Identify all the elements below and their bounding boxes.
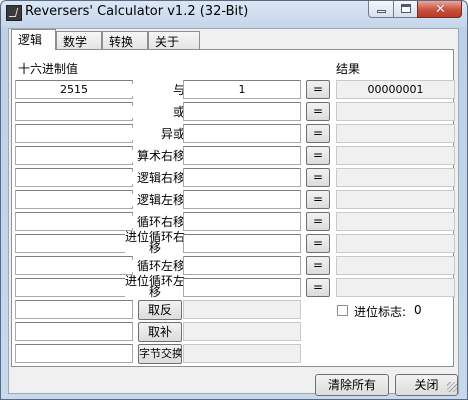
not-result	[183, 300, 301, 319]
xor-equals-button[interactable]: =	[306, 124, 330, 143]
not-input[interactable]	[15, 300, 133, 319]
shl-result	[336, 190, 455, 209]
and-result: 00000001	[336, 80, 455, 99]
shl-operator-label: 逻辑左移	[125, 194, 185, 206]
rol-equals-button[interactable]: =	[306, 256, 330, 275]
bswap-button[interactable]: 字节交换	[138, 344, 182, 364]
rol-result	[336, 256, 455, 275]
carry-flag-checkbox[interactable]	[337, 305, 348, 316]
sar-operand-a[interactable]	[15, 146, 133, 165]
rol-operand-a[interactable]	[15, 256, 133, 275]
neg-button[interactable]: 取补	[138, 322, 182, 342]
ror-equals-button[interactable]: =	[306, 212, 330, 231]
rcl-operand-a[interactable]	[15, 278, 133, 297]
neg-result	[183, 322, 301, 341]
app-icon	[6, 5, 22, 21]
shr-operand-b[interactable]	[183, 168, 301, 187]
tab-convert[interactable]: 转换	[102, 31, 148, 49]
close-window-button[interactable]: ✕	[417, 1, 462, 18]
rcl-equals-button[interactable]: =	[306, 278, 330, 297]
and-equals-button[interactable]: =	[306, 80, 330, 99]
sar-operator-label: 算术右移	[125, 150, 185, 162]
ror-operator-label: 循环右移	[125, 216, 185, 228]
ror-operand-b[interactable]	[183, 212, 301, 231]
xor-result	[336, 124, 455, 143]
xor-operator-label: 异或	[125, 128, 185, 140]
sar-result	[336, 146, 455, 165]
clear-all-button[interactable]: 清除所有	[315, 374, 389, 396]
ror-result	[336, 212, 455, 231]
shr-operator-label: 逻辑右移	[125, 172, 185, 184]
rcr-operand-a[interactable]	[15, 234, 133, 253]
maximize-icon	[401, 4, 411, 13]
tab-logic[interactable]: 逻辑	[11, 29, 56, 50]
close-icon: ✕	[435, 2, 446, 17]
or-operand-b[interactable]	[183, 102, 301, 121]
rol-operand-b[interactable]	[183, 256, 301, 275]
or-result	[336, 102, 455, 121]
minimize-button[interactable]	[368, 1, 394, 18]
calculator-window: Reversers' Calculator v1.2 (32-Bit) ✕ 逻辑…	[0, 0, 468, 400]
and-operand-a[interactable]: 2515	[15, 80, 133, 99]
rcr-operand-b[interactable]	[183, 234, 301, 253]
resize-grip[interactable]	[447, 382, 457, 392]
rcl-operator-label: 进位循环左移	[125, 274, 186, 299]
shr-operand-a[interactable]	[15, 168, 133, 187]
shl-equals-button[interactable]: =	[306, 190, 330, 209]
result-label: 结果	[336, 62, 361, 76]
sar-equals-button[interactable]: =	[306, 146, 330, 165]
and-operator-label: 与	[125, 84, 185, 96]
maximize-button[interactable]	[393, 1, 418, 18]
bswap-input[interactable]	[15, 344, 133, 363]
client-area: 逻辑 数学 转换 关于 十六进制值 结果 2515 与 1 = 00000001…	[8, 28, 459, 396]
or-operand-a[interactable]	[15, 102, 133, 121]
shr-equals-button[interactable]: =	[306, 168, 330, 187]
window-title: Reversers' Calculator v1.2 (32-Bit)	[25, 4, 249, 19]
xor-operand-a[interactable]	[15, 124, 133, 143]
rcl-result	[336, 278, 455, 297]
ror-operand-a[interactable]	[15, 212, 133, 231]
or-operator-label: 或	[125, 106, 185, 118]
shl-operand-b[interactable]	[183, 190, 301, 209]
rcr-result	[336, 234, 455, 253]
shl-operand-a[interactable]	[15, 190, 133, 209]
logic-panel: 十六进制值 结果 2515 与 1 = 00000001 或 = 异或 = 算术…	[11, 49, 455, 367]
rcl-operand-b[interactable]	[183, 278, 301, 297]
rol-operator-label: 循环左移	[125, 260, 185, 272]
and-operand-b[interactable]: 1	[183, 80, 301, 99]
tab-about[interactable]: 关于	[148, 31, 200, 49]
rcr-operator-label: 进位循环右移	[125, 230, 186, 255]
title-bar[interactable]: Reversers' Calculator v1.2 (32-Bit) ✕	[1, 1, 467, 25]
rcr-equals-button[interactable]: =	[306, 234, 330, 253]
hex-value-label: 十六进制值	[18, 62, 79, 76]
carry-flag-label: 进位标志:	[354, 305, 407, 319]
shr-result	[336, 168, 455, 187]
not-button[interactable]: 取反	[138, 300, 182, 320]
tab-math[interactable]: 数学	[56, 31, 102, 49]
minimize-icon	[377, 10, 386, 13]
xor-operand-b[interactable]	[183, 124, 301, 143]
or-equals-button[interactable]: =	[306, 102, 330, 121]
sar-operand-b[interactable]	[183, 146, 301, 165]
carry-flag-value: 0	[414, 303, 422, 317]
bswap-result	[183, 344, 301, 363]
neg-input[interactable]	[15, 322, 133, 341]
